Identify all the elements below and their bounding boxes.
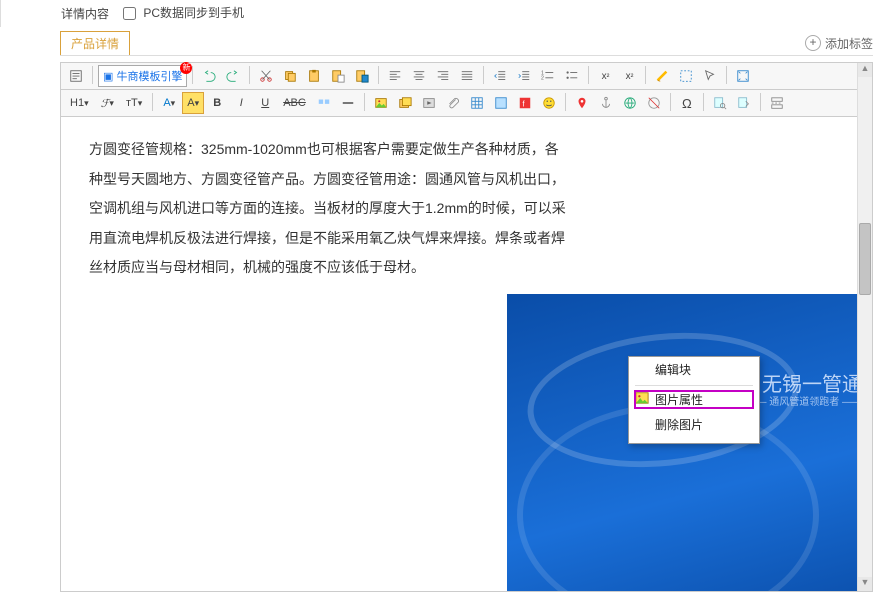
ctx-image-properties-label: 图片属性 (655, 391, 703, 408)
link-icon[interactable] (619, 92, 641, 114)
subscript-icon[interactable]: x² (594, 65, 616, 87)
editor-toolbar-row2: H1▾ ℱ▾ тT▾ A▾ A▾ B I U ABC f (61, 90, 872, 117)
new-badge: 新 (180, 62, 192, 74)
scroll-thumb[interactable] (859, 223, 871, 295)
fullscreen-icon[interactable] (732, 65, 754, 87)
paste-icon[interactable] (303, 65, 325, 87)
bold-button[interactable]: B (206, 92, 228, 114)
add-tag-button[interactable]: + 添加标签 (805, 35, 873, 52)
insert-image-icon[interactable] (370, 92, 392, 114)
image-context-menu: 编辑块 图片属性 删除图片 (628, 356, 760, 444)
insert-code-icon[interactable] (490, 92, 512, 114)
ctx-edit-block[interactable]: 编辑块 (629, 357, 759, 382)
map-pin-icon[interactable] (571, 92, 593, 114)
image-icon (635, 391, 655, 408)
tab-product-detail[interactable]: 产品详情 (60, 31, 130, 55)
source-icon[interactable] (65, 65, 87, 87)
paste-word-icon[interactable] (351, 65, 373, 87)
scroll-down-icon[interactable]: ▼ (858, 577, 872, 591)
sync-checkbox[interactable] (123, 7, 136, 20)
editor-content[interactable]: 方圆变径管规格：325mm-1020mm也可根据客户需要定做生产各种材质，各种型… (61, 117, 872, 591)
image-brand-sub: —— 通风管道领跑者 —— (746, 392, 862, 413)
outdent-icon[interactable] (489, 65, 511, 87)
insert-table-icon[interactable] (466, 92, 488, 114)
replace-icon[interactable] (733, 92, 755, 114)
ctx-image-properties[interactable]: 图片属性 (633, 389, 755, 410)
ctx-edit-block-label: 编辑块 (655, 361, 691, 378)
italic-button[interactable]: I (230, 92, 252, 114)
vertical-scrollbar[interactable]: ▲ ▼ (857, 63, 872, 591)
superscript-icon[interactable]: x² (618, 65, 640, 87)
font-color-button[interactable]: A▾ (158, 92, 180, 114)
body-paragraph: 方圆变径管规格：325mm-1020mm也可根据客户需要定做生产各种材质，各种型… (89, 135, 569, 282)
clear-format-icon[interactable] (651, 65, 673, 87)
unlink-icon[interactable] (643, 92, 665, 114)
template-engine-button[interactable]: ▣ 牛商模板引擎 新 (98, 65, 187, 87)
find-icon[interactable] (709, 92, 731, 114)
insert-multi-image-icon[interactable] (394, 92, 416, 114)
insert-flash-icon[interactable]: f (514, 92, 536, 114)
align-justify-icon[interactable] (456, 65, 478, 87)
align-right-icon[interactable] (432, 65, 454, 87)
editor-toolbar-row1: ▣ 牛商模板引擎 新 12 x² x² (61, 63, 872, 90)
cursor-icon[interactable] (699, 65, 721, 87)
special-char-icon[interactable]: Ω (676, 92, 698, 114)
insert-video-icon[interactable] (418, 92, 440, 114)
strikethrough-button[interactable]: ABC (278, 92, 311, 114)
ctx-delete-image-label: 删除图片 (655, 416, 703, 433)
sync-label: PC数据同步到手机 (143, 6, 244, 20)
select-all-icon[interactable] (675, 65, 697, 87)
anchor-icon[interactable] (595, 92, 617, 114)
ctx-delete-image[interactable]: 删除图片 (629, 412, 759, 437)
paste-text-icon[interactable] (327, 65, 349, 87)
highlight-button[interactable]: A▾ (182, 92, 204, 114)
details-label: 详情内容 (61, 5, 109, 22)
scroll-up-icon[interactable]: ▲ (858, 63, 872, 77)
plus-icon: + (805, 35, 821, 51)
indent-icon[interactable] (513, 65, 535, 87)
font-family-selector[interactable]: ℱ▾ (96, 92, 119, 114)
insert-emoji-icon[interactable] (538, 92, 560, 114)
add-tag-label: 添加标签 (825, 35, 873, 52)
copy-icon[interactable] (279, 65, 301, 87)
align-center-icon[interactable] (408, 65, 430, 87)
cut-icon[interactable] (255, 65, 277, 87)
quote-icon[interactable] (313, 92, 335, 114)
ordered-list-icon[interactable]: 12 (537, 65, 559, 87)
insert-attachment-icon[interactable] (442, 92, 464, 114)
pagebreak-icon[interactable] (766, 92, 788, 114)
align-left-icon[interactable] (384, 65, 406, 87)
sync-checkbox-wrap[interactable]: PC数据同步到手机 (119, 4, 244, 23)
heading-selector[interactable]: H1▾ (65, 92, 94, 114)
hr-icon[interactable] (337, 92, 359, 114)
undo-icon[interactable] (198, 65, 220, 87)
unordered-list-icon[interactable] (561, 65, 583, 87)
underline-button[interactable]: U (254, 92, 276, 114)
redo-icon[interactable] (222, 65, 244, 87)
font-size-selector[interactable]: тT▾ (121, 92, 147, 114)
svg-text:2: 2 (541, 76, 544, 82)
